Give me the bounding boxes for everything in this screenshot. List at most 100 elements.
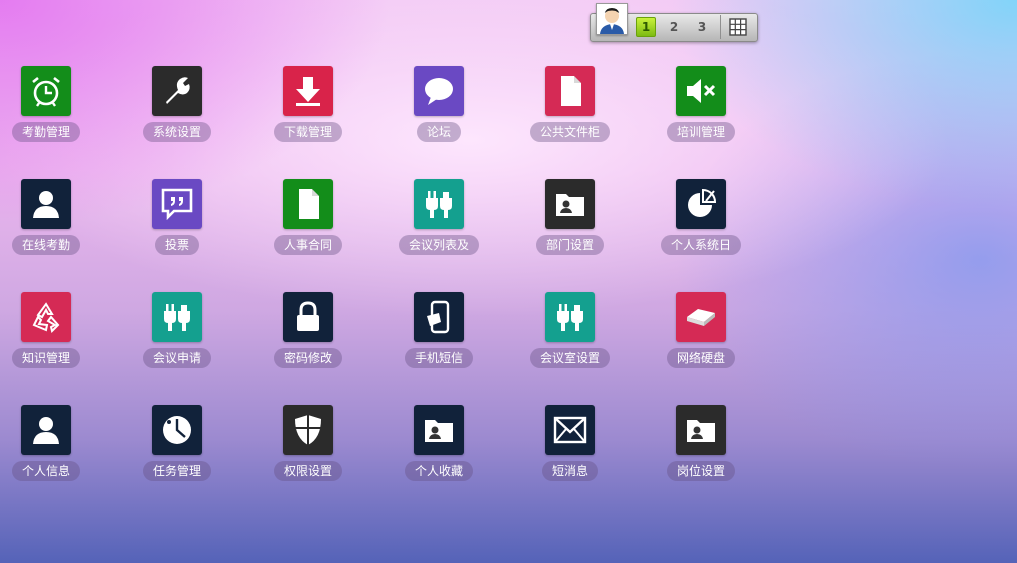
app-icon-6[interactable]: 培训管理: [641, 66, 751, 156]
app-label-text: 下载管理: [273, 122, 342, 142]
app-icon-23[interactable]: 短消息: [510, 405, 620, 495]
app-tile[interactable]: [152, 405, 202, 455]
app-tile[interactable]: [152, 179, 202, 229]
page-button-3[interactable]: 3: [692, 17, 712, 37]
desktop-pager: 1 2 3: [636, 17, 720, 37]
app-label-text: 人事合同: [273, 235, 342, 255]
app-tile[interactable]: [283, 405, 333, 455]
download-arrow-icon: [296, 77, 320, 106]
app-icon-20[interactable]: 任务管理: [117, 405, 227, 495]
app-icon-5[interactable]: 公共文件柜: [510, 66, 620, 156]
envelope-icon: [553, 416, 587, 444]
user-avatar[interactable]: [596, 3, 628, 35]
grid-view-button[interactable]: [728, 17, 748, 37]
app-label-text: 个人系统日: [660, 235, 741, 255]
app-icon-2[interactable]: 系统设置: [117, 66, 227, 156]
alarm-clock-icon: [32, 76, 60, 107]
app-tile[interactable]: [676, 179, 726, 229]
app-icon-9[interactable]: 人事合同: [248, 179, 358, 269]
app-tile[interactable]: [21, 292, 71, 342]
app-label: 考勤管理: [0, 122, 96, 142]
page-button-1[interactable]: 1: [636, 17, 656, 37]
app-label-text: 网络硬盘: [666, 348, 735, 368]
app-icon-24[interactable]: 岗位设置: [641, 405, 751, 495]
app-tile[interactable]: [545, 179, 595, 229]
app-icon-16[interactable]: 手机短信: [379, 292, 489, 382]
app-tile[interactable]: [21, 66, 71, 116]
app-label: 短消息: [520, 461, 620, 481]
app-label-text: 个人收藏: [404, 461, 473, 481]
app-icon-17[interactable]: 会议室设置: [510, 292, 620, 382]
contact-folder-icon: [556, 194, 584, 216]
app-icon-13[interactable]: 知识管理: [0, 292, 96, 382]
app-label: 人事合同: [258, 235, 358, 255]
document-icon: [299, 189, 319, 219]
app-label: 培训管理: [651, 122, 751, 142]
user-avatar-icon: [600, 8, 624, 34]
app-label-text: 短消息: [541, 461, 598, 481]
app-tile[interactable]: [283, 66, 333, 116]
app-label: 密码修改: [258, 348, 358, 368]
app-icon-7[interactable]: 在线考勤: [0, 179, 96, 269]
app-icon-14[interactable]: 会议申请: [117, 292, 227, 382]
app-icon-8[interactable]: 投票: [117, 179, 227, 269]
quote-bubble-icon: [161, 188, 193, 221]
app-icon-15[interactable]: 密码修改: [248, 292, 358, 382]
app-icon-11[interactable]: 部门设置: [510, 179, 620, 269]
app-icon-21[interactable]: 权限设置: [248, 405, 358, 495]
app-label-text: 论坛: [416, 122, 461, 142]
app-icon-19[interactable]: 个人信息: [0, 405, 96, 495]
app-tile[interactable]: [676, 405, 726, 455]
app-tile[interactable]: [676, 66, 726, 116]
app-label: 会议列表及: [389, 235, 489, 255]
app-tile[interactable]: [21, 179, 71, 229]
user-icon: [33, 417, 59, 444]
app-tile[interactable]: [21, 405, 71, 455]
app-label: 手机短信: [389, 348, 489, 368]
app-label-text: 在线考勤: [11, 235, 80, 255]
app-label-text: 知识管理: [11, 348, 80, 368]
app-label-text: 公共文件柜: [529, 122, 610, 142]
clock-icon: [163, 416, 191, 444]
app-tile[interactable]: [545, 405, 595, 455]
app-label: 网络硬盘: [651, 348, 751, 368]
app-tile[interactable]: [414, 66, 464, 116]
app-label-text: 考勤管理: [11, 122, 80, 142]
app-label-text: 系统设置: [142, 122, 211, 142]
speech-bubble-icon: [425, 78, 453, 105]
page-button-2[interactable]: 2: [664, 17, 684, 37]
app-tile[interactable]: [414, 292, 464, 342]
app-tile[interactable]: [414, 405, 464, 455]
app-tile[interactable]: [545, 66, 595, 116]
app-tile[interactable]: [545, 292, 595, 342]
app-label-text: 会议列表及: [398, 235, 479, 255]
shield-icon: [295, 415, 321, 445]
app-label-text: 手机短信: [404, 348, 473, 368]
contact-folder-icon: [687, 420, 715, 442]
wrench-icon: [166, 77, 190, 104]
app-icon-22[interactable]: 个人收藏: [379, 405, 489, 495]
app-tile[interactable]: [152, 292, 202, 342]
app-tile[interactable]: [283, 179, 333, 229]
app-label-text: 会议申请: [142, 348, 211, 368]
grid-icon: [729, 18, 747, 36]
app-label-text: 任务管理: [142, 461, 211, 481]
app-icon-1[interactable]: 考勤管理: [0, 66, 96, 156]
app-label: 公共文件柜: [520, 122, 620, 142]
app-label: 个人信息: [0, 461, 96, 481]
plug-icon: [164, 304, 190, 331]
document-icon: [561, 76, 581, 106]
app-tile[interactable]: [414, 179, 464, 229]
app-tile[interactable]: [283, 292, 333, 342]
app-tile[interactable]: [676, 292, 726, 342]
app-icon-4[interactable]: 论坛: [379, 66, 489, 156]
app-label: 岗位设置: [651, 461, 751, 481]
app-icon-3[interactable]: 下载管理: [248, 66, 358, 156]
app-label: 会议室设置: [520, 348, 620, 368]
app-tile[interactable]: [152, 66, 202, 116]
app-icon-10[interactable]: 会议列表及: [379, 179, 489, 269]
app-icon-12[interactable]: 个人系统日: [641, 179, 751, 269]
app-icon-18[interactable]: 网络硬盘: [641, 292, 751, 382]
app-label: 在线考勤: [0, 235, 96, 255]
app-label: 权限设置: [258, 461, 358, 481]
